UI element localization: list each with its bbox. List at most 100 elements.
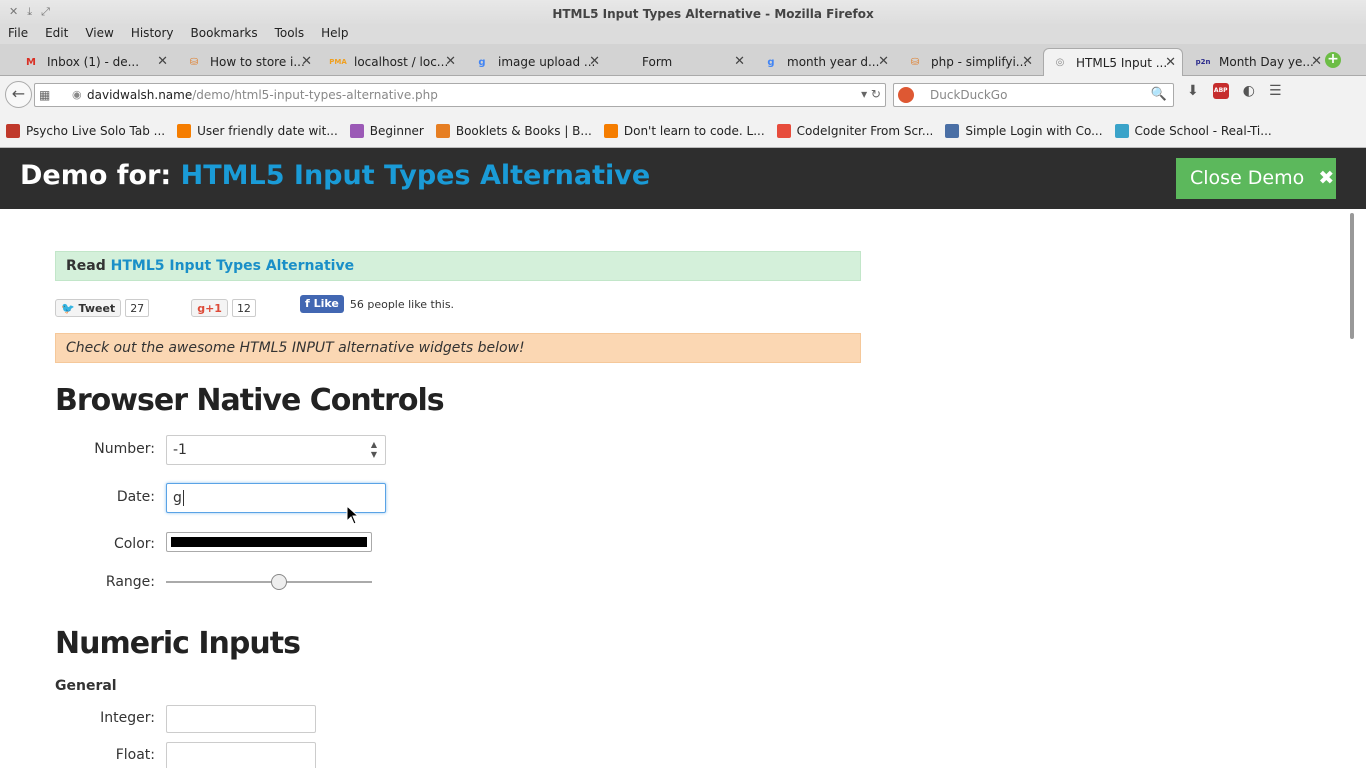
bookmark-item[interactable]: Booklets & Books | B...: [435, 123, 592, 138]
menu-bookmarks[interactable]: Bookmarks: [191, 26, 258, 44]
scrollbar[interactable]: [1350, 213, 1354, 339]
gmail-icon: M: [26, 56, 36, 68]
davidwalsh-icon: ◎: [1055, 57, 1065, 68]
menu-tools[interactable]: Tools: [275, 26, 305, 44]
tab-close-icon[interactable]: ✕: [1165, 55, 1176, 70]
blogger-icon: [603, 123, 618, 138]
fb-like-button[interactable]: f Like: [299, 295, 344, 313]
tab-2[interactable]: PMA localhost / loc... ✕: [322, 48, 462, 76]
gplus-count: 12: [231, 299, 256, 317]
url-bar[interactable]: ▦ ◉ davidwalsh.name/demo/html5-input-typ…: [34, 83, 886, 107]
menu-help[interactable]: Help: [321, 26, 348, 44]
bookmark-item[interactable]: Beginner: [349, 123, 424, 138]
menu-edit[interactable]: Edit: [45, 26, 68, 44]
demo-title: Demo for: HTML5 Input Types Alternative: [20, 160, 650, 191]
toolbar-icons: ⬇ ABP ◐ ☰: [1187, 83, 1282, 99]
bookmark-label: Simple Login with Co...: [965, 123, 1103, 138]
beginner-icon: [349, 123, 364, 138]
bookmark-item[interactable]: Don't learn to code. L...: [603, 123, 765, 138]
float-label: Float:: [115, 747, 155, 763]
tab-4[interactable]: Form ✕: [610, 48, 751, 76]
tab-0[interactable]: M Inbox (1) - de... ✕: [15, 48, 174, 76]
codeschool-icon: [1114, 123, 1129, 138]
integer-label: Integer:: [100, 710, 155, 726]
demo-header: Demo for: HTML5 Input Types Alternative …: [0, 148, 1366, 209]
tab-close-icon[interactable]: ✕: [301, 54, 312, 69]
tab-close-icon[interactable]: ✕: [1022, 54, 1033, 69]
tab-close-icon[interactable]: ✕: [445, 54, 456, 69]
demo-title-link[interactable]: HTML5 Input Types Alternative: [181, 160, 651, 191]
bookmark-item[interactable]: User friendly date wit...: [177, 123, 338, 138]
numeric-heading: Numeric Inputs: [55, 626, 301, 661]
twitter-icon: 🐦: [61, 302, 75, 315]
tab-1[interactable]: ⛁ How to store i... ✕: [178, 48, 318, 76]
search-bar[interactable]: DuckDuckGo 🔍: [893, 83, 1174, 107]
google-icon: g: [767, 56, 775, 68]
bookmarks-toolbar: Psycho Live Solo Tab ... User friendly da…: [0, 114, 1366, 148]
title-bar: ✕ ⤓ ⤢ HTML5 Input Types Alternative - Mo…: [0, 0, 1366, 26]
download-icon[interactable]: ⬇: [1187, 83, 1199, 99]
color-label: Color:: [113, 536, 155, 552]
tab-close-icon[interactable]: ✕: [878, 54, 889, 69]
close-demo-button[interactable]: Close Demo ✖: [1176, 158, 1336, 199]
addon-icon[interactable]: ◐: [1243, 83, 1255, 99]
bookmark-item[interactable]: Psycho Live Solo Tab ...: [6, 123, 165, 138]
tab-3[interactable]: g image upload ... ✕: [466, 48, 606, 76]
float-input[interactable]: [166, 742, 316, 768]
menu-view[interactable]: View: [85, 26, 113, 44]
bookmark-label: CodeIgniter From Scr...: [796, 123, 934, 138]
tab-8[interactable]: p2n Month Day ye... ✕: [1187, 48, 1328, 76]
page-icon: [945, 123, 960, 138]
tab-7[interactable]: ◎ HTML5 Input ... ✕: [1043, 48, 1183, 76]
number-input[interactable]: -1 ▲ ▼: [166, 435, 386, 465]
search-icon[interactable]: 🔍: [1151, 87, 1167, 102]
tab-groups-icon[interactable]: ▦: [39, 88, 50, 102]
number-spinner-icon[interactable]: ▲ ▼: [371, 440, 377, 460]
bookmark-label: Beginner: [369, 123, 424, 138]
url-text[interactable]: davidwalsh.name/demo/html5-input-types-a…: [87, 88, 438, 102]
tab-label: Form: [642, 55, 673, 69]
menu-file[interactable]: File: [8, 26, 28, 44]
adblock-icon[interactable]: ABP: [1212, 83, 1229, 99]
mouse-cursor-icon: [346, 505, 358, 525]
tab-close-icon[interactable]: ✕: [157, 54, 168, 69]
tab-close-icon[interactable]: ✕: [1311, 54, 1322, 69]
tab-close-icon[interactable]: ✕: [734, 54, 745, 69]
menu-bar: File Edit View History Bookmarks Tools H…: [0, 24, 1366, 44]
read-link[interactable]: HTML5 Input Types Alternative: [111, 258, 354, 274]
tutsplus-icon: [776, 123, 791, 138]
menu-history[interactable]: History: [131, 26, 174, 44]
blank-icon: [618, 54, 634, 70]
navigation-bar: ← ▦ ◉ davidwalsh.name/demo/html5-input-t…: [0, 76, 1366, 114]
bookmark-item[interactable]: Simple Login with Co...: [945, 123, 1103, 138]
range-label: Range:: [105, 574, 155, 590]
bookmark-item[interactable]: CodeIgniter From Scr...: [776, 123, 934, 138]
bookmark-item[interactable]: Code School - Real-Ti...: [1114, 123, 1272, 138]
integer-input[interactable]: [166, 705, 316, 733]
color-input[interactable]: [166, 532, 372, 552]
tab-label: php - simplifyi...: [931, 55, 1028, 69]
site-identity-icon[interactable]: ◉: [72, 88, 82, 101]
tab-close-icon[interactable]: ✕: [589, 54, 600, 69]
phpmyadmin-icon: PMA: [329, 58, 347, 66]
reload-icon[interactable]: ▾ ↻: [861, 87, 881, 101]
close-demo-label: Close Demo: [1190, 167, 1305, 189]
social-buttons: 🐦 Tweet 27 g+1 12 f Like 56 people like …: [55, 295, 454, 319]
tab-6[interactable]: ⛁ php - simplifyi... ✕: [899, 48, 1039, 76]
tab-label: HTML5 Input ...: [1076, 55, 1168, 70]
range-slider[interactable]: [166, 574, 372, 590]
tweet-button[interactable]: 🐦 Tweet: [55, 299, 122, 317]
gplus-button[interactable]: g+1: [191, 299, 228, 317]
general-subheading: General: [55, 678, 117, 694]
search-input[interactable]: DuckDuckGo: [930, 88, 1007, 102]
menu-icon[interactable]: ☰: [1269, 83, 1282, 99]
range-thumb[interactable]: [271, 574, 287, 590]
tab-label: Month Day ye...: [1219, 55, 1314, 69]
date-value: g: [173, 490, 182, 506]
tab-5[interactable]: g month year d... ✕: [755, 48, 895, 76]
guitar-icon: [6, 123, 20, 138]
window-title: HTML5 Input Types Alternative - Mozilla …: [552, 7, 874, 21]
bookmark-label: Don't learn to code. L...: [623, 123, 765, 138]
back-button[interactable]: ←: [5, 81, 32, 108]
duckduckgo-icon[interactable]: [898, 87, 914, 103]
